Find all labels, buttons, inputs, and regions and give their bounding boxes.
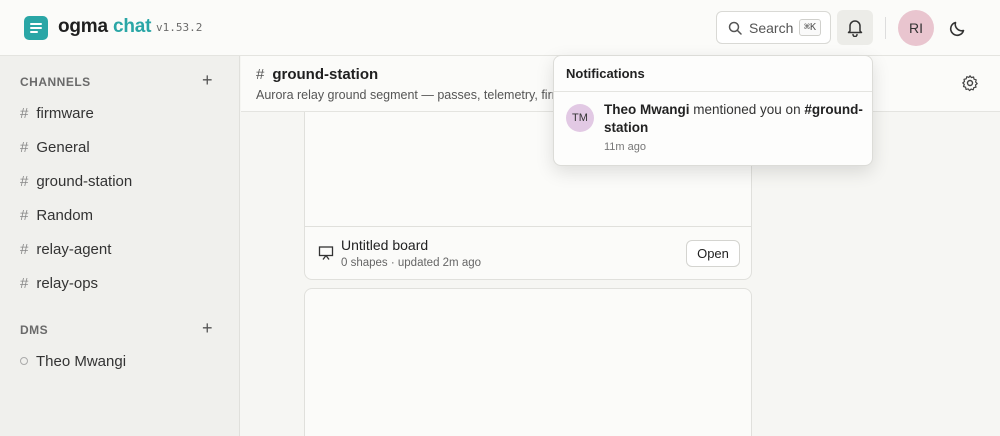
- open-board-button[interactable]: Open: [686, 240, 740, 267]
- sidebar-item-random[interactable]: # Random: [20, 207, 93, 224]
- channel-description: Aurora relay ground segment — passes, te…: [256, 88, 556, 102]
- presentation-icon: [318, 246, 334, 260]
- sidebar: CHANNELS + # firmware # General # ground-st…: [0, 56, 240, 436]
- user-avatar[interactable]: RI: [898, 10, 934, 46]
- channel-title: # ground-station: [256, 66, 378, 83]
- search-shortcut: ⌘K: [799, 19, 822, 36]
- channel-name: ground-station: [272, 66, 379, 83]
- channel-label: Random: [36, 207, 94, 224]
- brand-name-accent: chat: [112, 16, 152, 37]
- channel-label: relay-ops: [36, 275, 99, 292]
- notifications-popover: Notifications TM Theo Mwangi mentioned y…: [553, 55, 873, 166]
- search-button[interactable]: Search ⌘K: [716, 11, 831, 44]
- add-channel-button[interactable]: +: [202, 70, 213, 91]
- divider: [885, 17, 886, 39]
- hash-icon: #: [20, 173, 29, 190]
- notification-item[interactable]: Theo Mwangi mentioned you on #ground-sta…: [604, 101, 866, 137]
- hash-icon: #: [20, 241, 29, 258]
- app-brand[interactable]: ogma chat: [58, 16, 151, 38]
- sidebar-item-theo-mwangi[interactable]: Theo Mwangi: [20, 353, 126, 370]
- channels-heading: CHANNELS: [20, 75, 91, 89]
- channel-label: ground-station: [36, 173, 133, 190]
- avatar: TM: [566, 104, 594, 132]
- board-card: Untitled board 0 shapes · updated 2m ago…: [304, 226, 752, 280]
- hash-icon: #: [20, 275, 29, 292]
- dms-heading: DMS: [20, 323, 49, 337]
- search-icon: [728, 21, 742, 35]
- hash-icon: #: [256, 66, 265, 83]
- divider: [554, 91, 872, 92]
- notification-actor: Theo Mwangi: [604, 102, 690, 117]
- sidebar-item-relay-agent[interactable]: # relay-agent: [20, 241, 111, 258]
- gear-icon[interactable]: [961, 74, 979, 92]
- app-version: v1.53.2: [156, 21, 203, 34]
- channel-label: relay-agent: [36, 241, 112, 258]
- sidebar-item-ground-station[interactable]: # ground-station: [20, 173, 132, 190]
- top-bar: ogma chat v1.53.2 Search ⌘K RI: [0, 0, 1000, 56]
- add-dm-button[interactable]: +: [202, 318, 213, 339]
- sidebar-item-firmware[interactable]: # firmware: [20, 105, 94, 122]
- hash-icon: #: [20, 105, 29, 122]
- sidebar-item-general[interactable]: # General: [20, 139, 90, 156]
- bell-icon: [847, 20, 863, 37]
- dm-label: Theo Mwangi: [36, 353, 127, 370]
- notification-action: mentioned you on: [689, 102, 805, 117]
- search-label: Search: [749, 20, 794, 36]
- notification-time: 11m ago: [604, 141, 646, 153]
- logo-icon[interactable]: [24, 16, 48, 40]
- presence-icon: [20, 357, 28, 365]
- notifications-title: Notifications: [566, 66, 645, 81]
- hash-icon: #: [20, 207, 29, 224]
- message-card: [304, 288, 752, 436]
- notifications-button[interactable]: [837, 10, 873, 45]
- channel-label: General: [36, 139, 90, 156]
- channel-label: firmware: [36, 105, 94, 122]
- sidebar-item-relay-ops[interactable]: # relay-ops: [20, 275, 98, 292]
- hash-icon: #: [20, 139, 29, 156]
- board-meta: 0 shapes · updated 2m ago: [341, 257, 482, 269]
- brand-name: ogma: [58, 16, 108, 37]
- moon-icon[interactable]: [948, 18, 968, 38]
- board-title: Untitled board: [341, 237, 429, 253]
